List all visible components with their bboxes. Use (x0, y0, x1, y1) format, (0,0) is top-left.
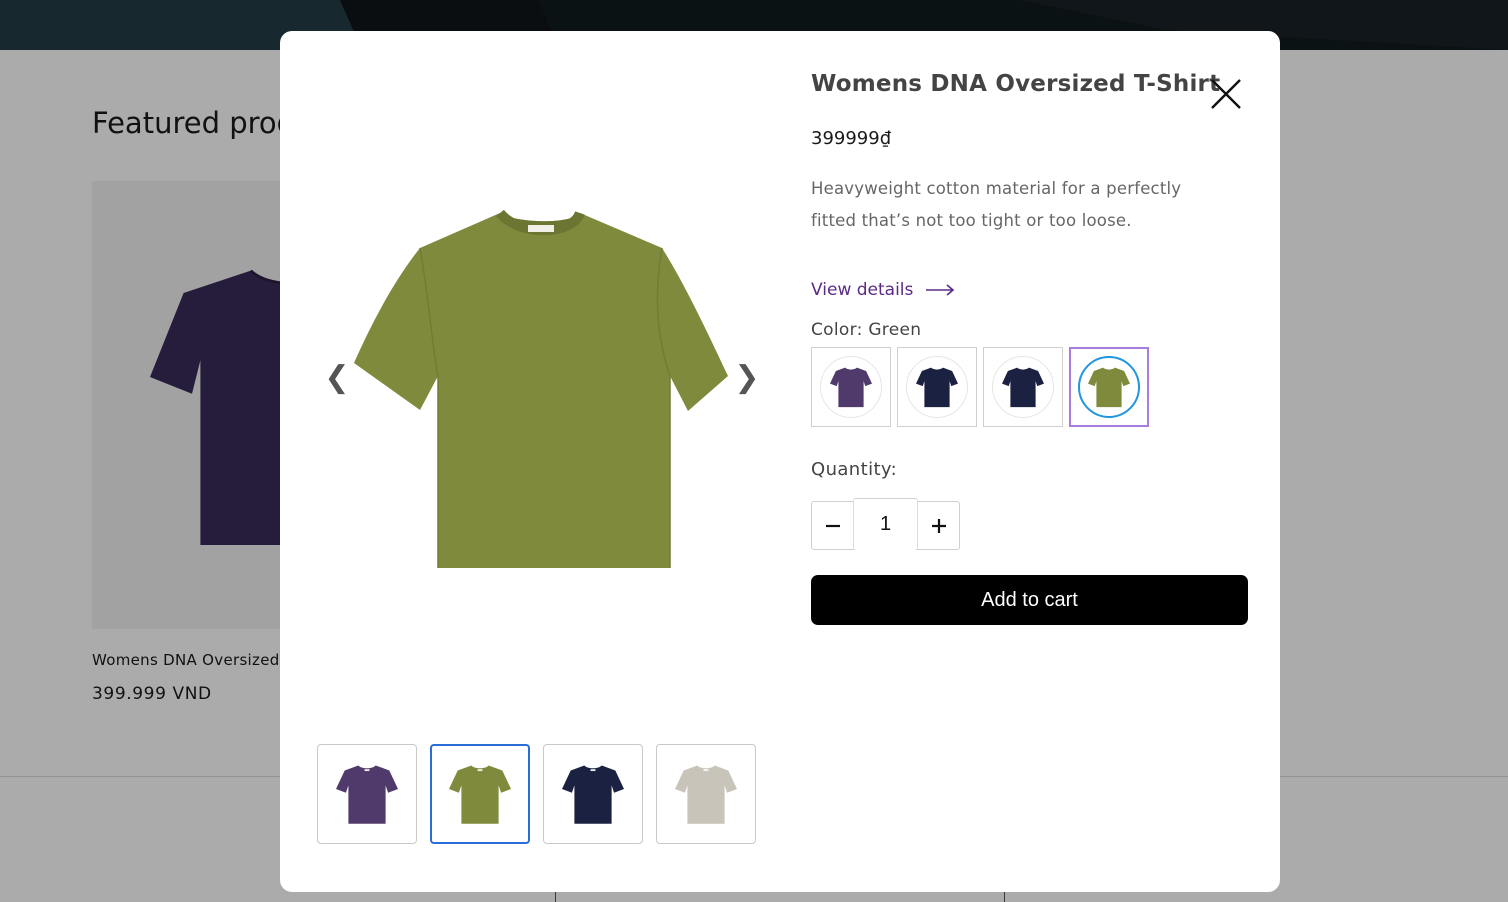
quantity-label: Quantity: (811, 459, 898, 480)
thumbnail-sand[interactable] (656, 744, 756, 844)
green-tshirt-thumbnail-icon (449, 765, 511, 824)
color-swatch-purple[interactable] (811, 347, 891, 427)
navy-tshirt-thumbnail-icon (562, 765, 624, 824)
quantity-stepper (811, 497, 960, 550)
quick-view-modal: ❮ ❯ Womens DNA Oversized T-Shirt 399999₫… (280, 31, 1280, 892)
view-details-label: View details (811, 280, 914, 300)
color-label: Color: Green (811, 320, 922, 340)
navy-tshirt-swatch-icon (916, 367, 958, 408)
green-tshirt-swatch-icon (1088, 367, 1130, 408)
quantity-input[interactable] (853, 497, 918, 550)
thumbnail-green[interactable] (430, 744, 530, 844)
thumbnail-navy[interactable] (543, 744, 643, 844)
color-swatch-green[interactable] (1069, 347, 1149, 427)
arrow-right-icon (926, 284, 955, 296)
color-swatches (811, 347, 1149, 427)
sand-tshirt-thumbnail-icon (675, 765, 737, 824)
add-to-cart-button[interactable]: Add to cart (811, 575, 1248, 625)
thumbnail-purple[interactable] (317, 744, 417, 844)
purple-tshirt-thumbnail-icon (336, 765, 398, 824)
decrease-quantity-button[interactable] (812, 502, 853, 549)
color-swatch-navy-2[interactable] (983, 347, 1063, 427)
product-title: Womens DNA Oversized T-Shirt (811, 71, 1221, 97)
previous-image-arrow[interactable]: ❮ (322, 357, 352, 397)
next-image-arrow[interactable]: ❯ (732, 357, 762, 397)
green-tshirt-image (354, 209, 728, 568)
purple-tshirt-swatch-icon (830, 367, 872, 408)
plus-icon (931, 518, 946, 533)
color-swatch-navy[interactable] (897, 347, 977, 427)
thumbnail-strip (317, 744, 756, 844)
product-main-image (340, 196, 740, 596)
increase-quantity-button[interactable] (918, 502, 959, 549)
close-icon (1211, 79, 1241, 109)
product-price: 399999₫ (811, 128, 892, 149)
view-details-link[interactable]: View details (811, 280, 955, 300)
product-description: Heavyweight cotton material for a perfec… (811, 179, 1182, 230)
navy-tshirt-swatch-icon (1002, 367, 1044, 408)
close-button[interactable] (1206, 74, 1246, 114)
minus-icon (825, 524, 840, 527)
